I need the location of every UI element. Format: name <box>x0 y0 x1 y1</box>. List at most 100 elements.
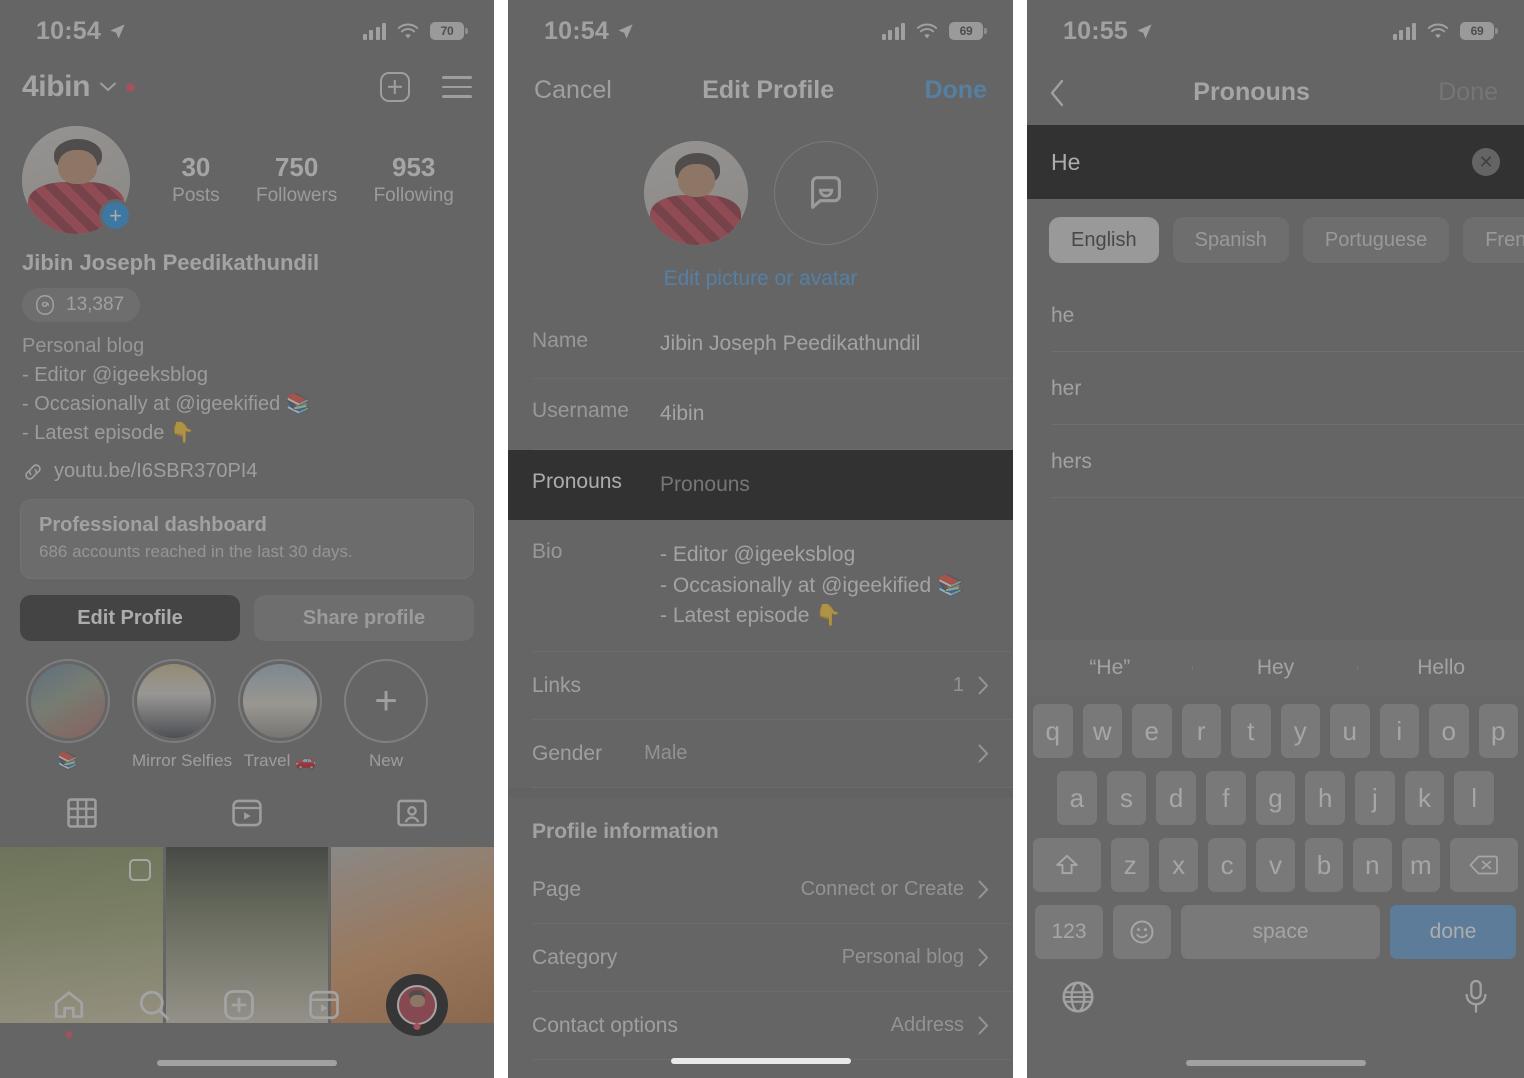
suggestion-2[interactable]: Hello <box>1358 656 1524 680</box>
key-g[interactable]: g <box>1255 771 1296 825</box>
info-row-contact-options[interactable]: Contact options Address <box>508 992 1013 1060</box>
hamburger-menu-icon[interactable] <box>442 76 473 98</box>
key-f[interactable]: f <box>1206 771 1246 825</box>
field-row-name[interactable]: Name Jibin Joseph Peedikathundil <box>508 309 1013 380</box>
key-k[interactable]: k <box>1404 771 1445 825</box>
new-post-icon[interactable] <box>380 72 411 102</box>
stat-posts[interactable]: 30 Posts <box>172 152 220 207</box>
tab-reels[interactable] <box>165 793 330 833</box>
three-phone-screenshot-stage: 10:54 70 4ibin + 30 Posts 750 Followers … <box>0 0 1524 1078</box>
keyboard-done-key[interactable]: done <box>1390 905 1517 959</box>
key-b[interactable]: b <box>1304 838 1344 892</box>
add-story-plus-icon[interactable]: + <box>99 199 132 232</box>
username-switcher[interactable]: 4ibin <box>22 70 136 104</box>
stat-following[interactable]: 953 Following <box>373 152 454 207</box>
search-icon <box>139 990 169 1020</box>
key-a[interactable]: a <box>1056 771 1097 825</box>
highlight-item-1[interactable]: Mirror Selfies <box>132 659 232 771</box>
key-r[interactable]: r <box>1181 704 1221 758</box>
key-e[interactable]: e <box>1132 704 1172 758</box>
suggestion-0[interactable]: “He” <box>1027 656 1193 680</box>
key-h[interactable]: h <box>1305 771 1346 825</box>
back-chevron-icon[interactable] <box>1049 79 1065 107</box>
pronouns-search-input[interactable]: He <box>1051 149 1472 176</box>
key-j[interactable]: j <box>1355 771 1395 825</box>
key-n[interactable]: n <box>1353 838 1392 892</box>
chevron-right-icon <box>978 1016 989 1035</box>
language-chip-english[interactable]: English <box>1049 217 1159 263</box>
reels-icon <box>232 799 262 827</box>
pronoun-result-he[interactable]: he <box>1027 279 1524 352</box>
avatar-option[interactable] <box>773 141 878 245</box>
field-row-pronouns[interactable]: Pronouns Pronouns <box>508 449 1013 521</box>
threads-badge[interactable]: 13,387 <box>22 288 141 322</box>
clear-icon[interactable]: ✕ <box>1472 148 1501 176</box>
highlight-item-new[interactable]: + New <box>344 659 428 771</box>
stat-following-label: Following <box>373 184 454 206</box>
key-p[interactable]: p <box>1478 704 1518 758</box>
globe-icon[interactable] <box>1059 978 1097 1016</box>
field-row-username[interactable]: Username 4ibin <box>508 379 1013 451</box>
key-l[interactable]: l <box>1454 771 1495 825</box>
chevron-right-icon <box>978 948 989 967</box>
language-chip-french[interactable]: French <box>1463 217 1524 263</box>
language-chip-portuguese[interactable]: Portuguese <box>1302 217 1450 263</box>
field-row-gender[interactable]: Gender Male <box>508 720 1013 788</box>
field-label: Bio <box>532 540 563 564</box>
key-t[interactable]: t <box>1231 704 1271 758</box>
battery-level-3: 69 <box>1470 24 1484 38</box>
backspace-key[interactable] <box>1450 838 1519 892</box>
stat-posts-count: 30 <box>181 152 211 183</box>
key-m[interactable]: m <box>1401 838 1441 892</box>
key-v[interactable]: v <box>1256 838 1295 892</box>
nav-search[interactable] <box>131 982 177 1028</box>
key-y[interactable]: y <box>1280 704 1320 758</box>
cancel-button[interactable]: Cancel <box>534 76 612 105</box>
field-row-bio[interactable]: Bio - Editor @igeeksblog - Occasionally … <box>508 520 1013 652</box>
edit-profile-button[interactable]: Edit Profile <box>20 595 241 641</box>
profile-avatar-wrap[interactable]: + <box>22 126 132 234</box>
professional-dashboard-card[interactable]: Professional dashboard 686 accounts reac… <box>20 499 475 579</box>
bio-link-row[interactable]: youtu.be/I6SBR370PI4 <box>0 448 494 483</box>
pronoun-result-her[interactable]: her <box>1027 352 1524 425</box>
profile-photo[interactable] <box>643 141 748 245</box>
done-button[interactable]: Done <box>924 76 987 105</box>
pronouns-done-button[interactable]: Done <box>1438 78 1498 107</box>
field-row-links[interactable]: Links 1 <box>508 652 1013 720</box>
key-o[interactable]: o <box>1429 704 1469 758</box>
key-x[interactable]: x <box>1159 838 1198 892</box>
key-u[interactable]: u <box>1330 704 1370 758</box>
numbers-key[interactable]: 123 <box>1035 905 1103 959</box>
key-s[interactable]: s <box>1106 771 1147 825</box>
highlight-item-2[interactable]: Travel 🚗 <box>238 659 322 771</box>
tab-grid[interactable] <box>0 793 165 833</box>
bio-edit-line-1: - Editor @igeeksblog <box>660 543 856 567</box>
emoji-key[interactable] <box>1113 905 1171 959</box>
stat-followers[interactable]: 750 Followers <box>256 152 337 207</box>
key-q[interactable]: q <box>1033 704 1073 758</box>
key-z[interactable]: z <box>1110 838 1150 892</box>
key-c[interactable]: c <box>1207 838 1247 892</box>
nav-create[interactable] <box>216 982 262 1028</box>
nav-home[interactable] <box>46 982 92 1038</box>
key-w[interactable]: w <box>1082 704 1122 758</box>
key-d[interactable]: d <box>1156 771 1196 825</box>
cellular-signal-icon <box>362 22 387 40</box>
key-i[interactable]: i <box>1379 704 1419 758</box>
pronouns-search-bar[interactable]: He ✕ <box>1027 125 1524 199</box>
tab-tagged[interactable] <box>329 793 494 833</box>
pronoun-result-hers[interactable]: hers <box>1027 425 1524 498</box>
suggestion-1[interactable]: Hey <box>1193 656 1359 680</box>
microphone-icon[interactable] <box>1460 978 1492 1016</box>
info-row-category[interactable]: Category Personal blog <box>508 924 1013 992</box>
nav-reels[interactable] <box>301 982 347 1028</box>
highlight-item-0[interactable]: 📚 <box>26 659 110 771</box>
share-profile-button[interactable]: Share profile <box>254 595 475 641</box>
space-key[interactable]: space <box>1181 905 1381 959</box>
info-row-page[interactable]: Page Connect or Create <box>508 856 1013 924</box>
edit-picture-or-avatar-link[interactable]: Edit picture or avatar <box>508 245 1013 291</box>
shift-key[interactable] <box>1032 838 1101 892</box>
field-value: - Editor @igeeksblog - Occasionally at @… <box>660 540 989 631</box>
nav-profile-avatar[interactable] <box>386 974 449 1036</box>
language-chip-spanish[interactable]: Spanish <box>1172 217 1289 263</box>
